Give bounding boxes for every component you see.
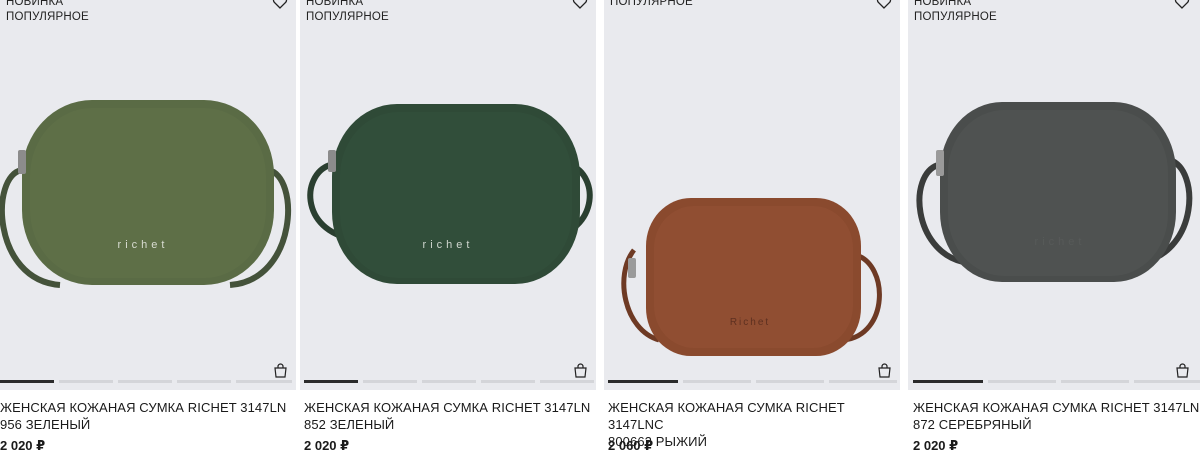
- badges: НОВИНКА ПОПУЛЯРНОЕ: [914, 0, 997, 25]
- bag-image: richet: [916, 102, 1193, 282]
- image-pagination: [0, 380, 292, 383]
- shopping-bag-icon[interactable]: [877, 363, 892, 378]
- shopping-bag-icon[interactable]: [573, 363, 588, 378]
- pagination-dot[interactable]: [481, 380, 535, 383]
- pagination-dot[interactable]: [829, 380, 897, 383]
- product-image[interactable]: richet НОВИНКА ПОПУЛЯРНОЕ: [908, 0, 1200, 390]
- pagination-dot[interactable]: [177, 380, 231, 383]
- bag-logo: richet: [1035, 236, 1086, 248]
- pagination-dot-active[interactable]: [913, 380, 983, 383]
- badge-popular: ПОПУЛЯРНОЕ: [914, 11, 997, 23]
- badge-popular: ПОПУЛЯРНОЕ: [6, 11, 89, 23]
- product-image[interactable]: richet НОВИНКА ПОПУЛЯРНОЕ: [0, 0, 296, 390]
- heart-outline-icon[interactable]: [272, 0, 288, 10]
- image-pagination: [608, 380, 897, 383]
- bag-image: richet: [307, 104, 593, 284]
- pagination-dot[interactable]: [1134, 380, 1200, 383]
- product-card[interactable]: richet НОВИНКА ПОПУЛЯРНОЕ ЖЕНСКАЯ КОЖАНА…: [300, 0, 596, 467]
- product-price: 2 020 ₽: [913, 438, 959, 453]
- shopping-bag-icon[interactable]: [273, 363, 288, 378]
- product-card[interactable]: Richet ПОПУЛЯРНОЕ ЖЕНСКАЯ КОЖАНАЯ СУМКА …: [604, 0, 900, 467]
- bag-image: Richet: [621, 198, 882, 356]
- heart-outline-icon[interactable]: [572, 0, 588, 10]
- image-pagination: [304, 380, 594, 383]
- bag-logo: richet: [118, 239, 169, 251]
- bag-logo: Richet: [730, 317, 770, 328]
- product-title[interactable]: ЖЕНСКАЯ КОЖАНАЯ СУМКА RICHET 3147LN 872 …: [913, 399, 1200, 433]
- product-title[interactable]: ЖЕНСКАЯ КОЖАНАЯ СУМКА RICHET 3147LN 852 …: [304, 399, 596, 433]
- pagination-dot[interactable]: [540, 380, 594, 383]
- badges: ПОПУЛЯРНОЕ: [610, 0, 693, 10]
- pagination-dot[interactable]: [59, 380, 113, 383]
- badge-new: НОВИНКА: [6, 0, 64, 8]
- image-pagination: [913, 380, 1200, 383]
- product-price: 2 020 ₽: [0, 438, 46, 453]
- product-image[interactable]: Richet ПОПУЛЯРНОЕ: [604, 0, 900, 390]
- badges: НОВИНКА ПОПУЛЯРНОЕ: [306, 0, 389, 25]
- pagination-dot[interactable]: [988, 380, 1056, 383]
- pagination-dot[interactable]: [756, 380, 824, 383]
- pagination-dot-active[interactable]: [608, 380, 678, 383]
- product-price: 2 020 ₽: [304, 438, 350, 453]
- heart-outline-icon[interactable]: [1174, 0, 1190, 10]
- pagination-dot[interactable]: [683, 380, 751, 383]
- badges: НОВИНКА ПОПУЛЯРНОЕ: [6, 0, 89, 25]
- product-title[interactable]: ЖЕНСКАЯ КОЖАНАЯ СУМКА RICHET 3147LN 956 …: [0, 399, 292, 433]
- pagination-dot-active[interactable]: [304, 380, 358, 383]
- badge-new: НОВИНКА: [914, 0, 972, 8]
- pagination-dot[interactable]: [422, 380, 476, 383]
- heart-outline-icon[interactable]: [876, 0, 892, 10]
- pagination-dot[interactable]: [236, 380, 292, 383]
- badge-popular: ПОПУЛЯРНОЕ: [610, 0, 693, 8]
- pagination-dot-active[interactable]: [0, 380, 54, 383]
- pagination-dot[interactable]: [1061, 380, 1129, 383]
- pagination-dot[interactable]: [363, 380, 417, 383]
- badge-popular: ПОПУЛЯРНОЕ: [306, 11, 389, 23]
- pagination-dot[interactable]: [118, 380, 172, 383]
- bag-logo: richet: [423, 239, 474, 251]
- badge-new: НОВИНКА: [306, 0, 364, 8]
- product-card[interactable]: richet НОВИНКА ПОПУЛЯРНОЕ ЖЕНСКАЯ КОЖАНА…: [0, 0, 296, 467]
- bag-image: richet: [0, 100, 292, 288]
- product-card[interactable]: richet НОВИНКА ПОПУЛЯРНОЕ ЖЕНСКАЯ КОЖАНА…: [908, 0, 1200, 467]
- product-grid: richet НОВИНКА ПОПУЛЯРНОЕ ЖЕНСКАЯ КОЖАНА…: [0, 0, 1200, 467]
- product-price: 2 060 ₽: [608, 438, 654, 453]
- shopping-bag-icon[interactable]: [1175, 363, 1190, 378]
- product-image[interactable]: richet НОВИНКА ПОПУЛЯРНОЕ: [300, 0, 596, 390]
